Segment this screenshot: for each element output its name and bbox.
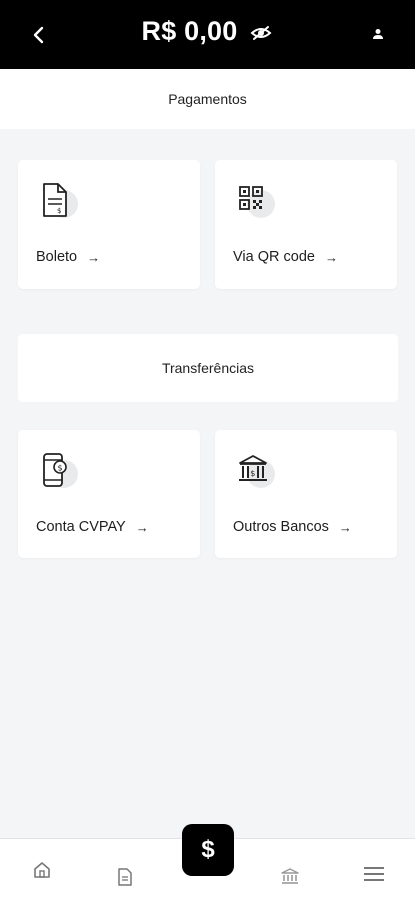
arrow-right-icon: →	[324, 249, 338, 265]
qr-code-icon	[237, 182, 275, 222]
boleto-label: Boleto	[36, 249, 78, 265]
document-icon: $	[40, 182, 78, 222]
eye-slash-icon	[250, 25, 272, 40]
outros-bancos-label: Outros Bancos	[233, 519, 329, 535]
conta-cvpay-label-row: Conta CVPAY →	[36, 519, 149, 535]
conta-cvpay-card[interactable]: $ Conta CVPAY →	[18, 430, 200, 558]
qr-code-label: Via QR code	[233, 249, 315, 265]
dollar-icon: $	[201, 836, 215, 863]
balance-amount: R$ 0,00	[141, 16, 238, 46]
phone-money-icon: $	[40, 452, 78, 492]
transfers-title-text: Transferências	[161, 360, 255, 376]
balance-area: R$ 0,00	[0, 16, 415, 47]
document-icon	[118, 868, 132, 886]
bank-icon	[281, 868, 299, 884]
top-bar: R$ 0,00	[0, 0, 415, 69]
home-icon	[34, 862, 50, 878]
arrow-right-icon: →	[338, 519, 352, 535]
bank-icon: $	[237, 452, 275, 492]
svg-text:$: $	[57, 207, 61, 215]
outros-bancos-card[interactable]: $ Outros Bancos →	[215, 430, 397, 558]
menu-icon	[364, 867, 384, 881]
payments-section-title: Pagamentos	[0, 69, 415, 129]
conta-cvpay-label: Conta CVPAY	[36, 519, 126, 535]
nav-home[interactable]	[29, 857, 55, 883]
boleto-card[interactable]: $ Boleto →	[18, 160, 200, 289]
transfers-section-title: Transferências	[18, 334, 398, 402]
payments-fab-button[interactable]: $	[182, 824, 234, 876]
nav-statement[interactable]	[112, 864, 138, 890]
nav-menu[interactable]	[361, 861, 387, 887]
qr-code-card[interactable]: Via QR code →	[215, 160, 397, 289]
nav-bank[interactable]	[277, 863, 303, 889]
toggle-balance-visibility-button[interactable]	[249, 21, 273, 45]
svg-text:$: $	[58, 464, 63, 473]
payments-title-text: Pagamentos	[168, 91, 247, 107]
user-icon	[373, 29, 383, 39]
boleto-label-row: Boleto →	[36, 249, 100, 265]
arrow-right-icon: →	[135, 519, 149, 535]
qr-code-label-row: Via QR code →	[233, 249, 338, 265]
arrow-right-icon: →	[87, 249, 101, 265]
outros-bancos-label-row: Outros Bancos →	[233, 519, 352, 535]
svg-text:$: $	[250, 469, 255, 478]
profile-button[interactable]	[369, 25, 387, 43]
